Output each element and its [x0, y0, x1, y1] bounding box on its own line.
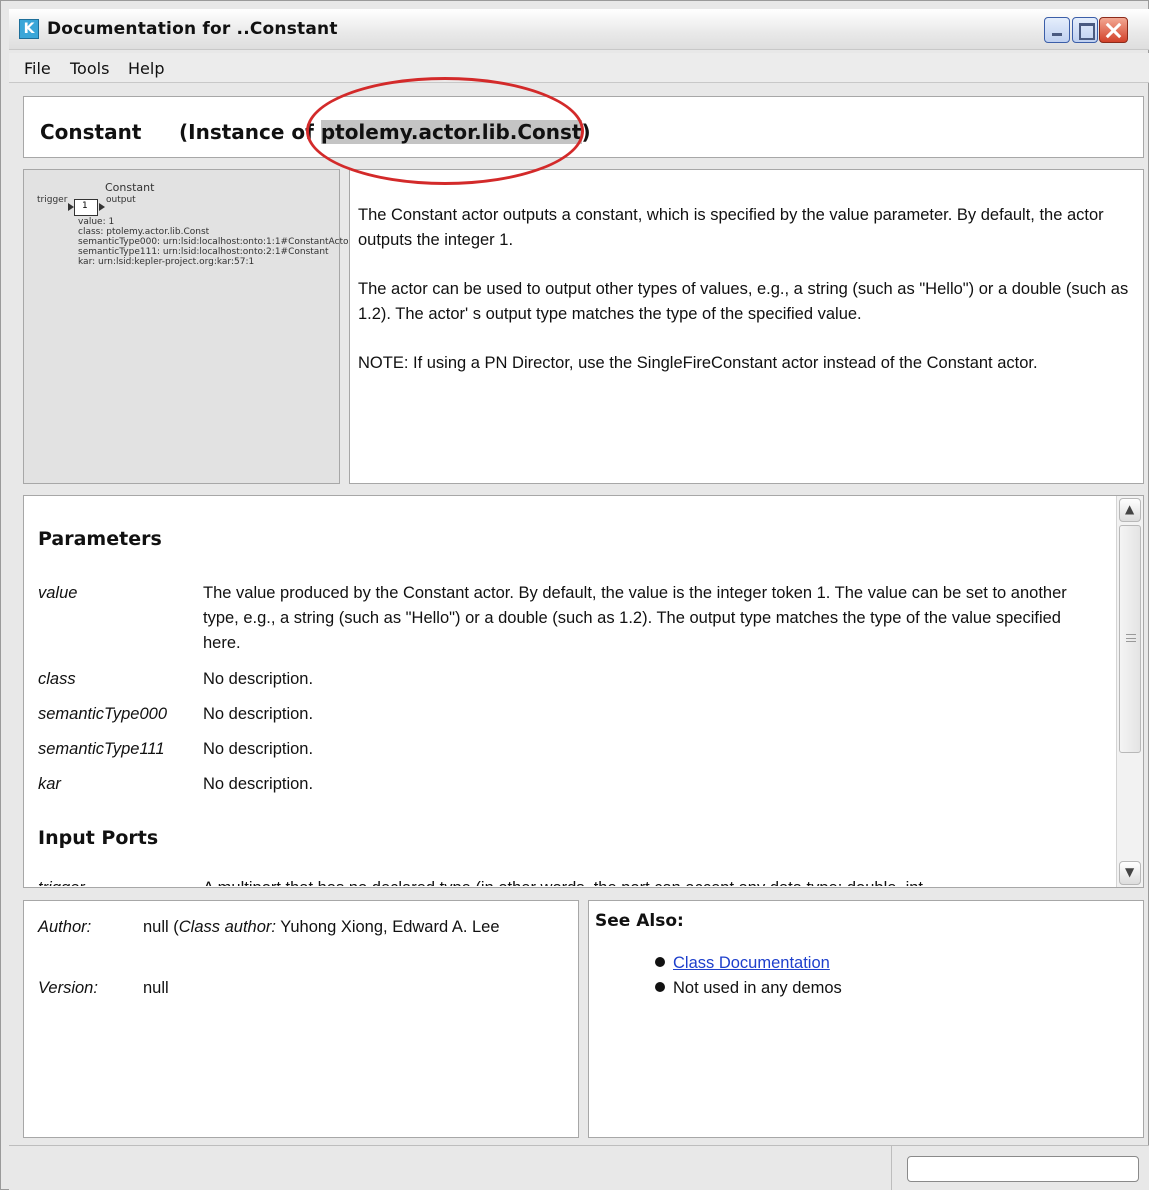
- grip-icon: [1126, 634, 1136, 642]
- parameter-name: value: [38, 584, 78, 602]
- parameter-description: No description.: [203, 740, 314, 758]
- chevron-up-icon: ▲: [1125, 502, 1135, 516]
- chevron-down-icon: ▼: [1125, 865, 1135, 879]
- actor-name: Constant: [40, 120, 142, 144]
- scroll-down-button[interactable]: ▼: [1119, 861, 1141, 885]
- description-paragraph: The Constant actor outputs a constant, w…: [358, 206, 1104, 249]
- instance-prefix: (Instance of: [179, 120, 321, 144]
- scroll-thumb[interactable]: [1119, 525, 1141, 753]
- parameter-description: No description.: [203, 775, 314, 793]
- parameter-description: The value produced by the Constant actor…: [203, 584, 1067, 652]
- parameters-heading: Parameters: [38, 528, 162, 550]
- menu-bar: File Tools Help: [9, 53, 1149, 83]
- author-value: null (Class author: Yuhong Xiong, Edward…: [143, 915, 543, 940]
- author-label: Author:: [38, 918, 92, 936]
- parameter-name: kar: [38, 775, 61, 793]
- parameter-name: semanticType111: [38, 740, 165, 758]
- input-ports-heading: Input Ports: [38, 827, 159, 849]
- maximize-button[interactable]: [1072, 17, 1098, 43]
- author-panel: Author: null (Class author: Yuhong Xiong…: [23, 900, 579, 1138]
- author-value-prefix: null (: [143, 918, 179, 936]
- preview-line: kar: urn:lsid:kepler-project.org:kar:57:…: [78, 257, 255, 267]
- class-author-value: Yuhong Xiong, Edward A. Lee: [275, 918, 500, 936]
- version-value: null: [143, 979, 169, 997]
- description-panel: The Constant actor outputs a constant, w…: [349, 169, 1144, 484]
- parameters-panel: Parameters value The value produced by t…: [23, 495, 1144, 888]
- preview-line: semanticType111: urn:lsid:localhost:onto…: [78, 247, 329, 257]
- parameter-name: class: [38, 670, 76, 688]
- parameter-description: No description.: [203, 670, 314, 688]
- output-port-icon: [99, 203, 105, 211]
- preview-output-label: output: [106, 195, 136, 205]
- preview-line: class: ptolemy.actor.lib.Const: [78, 227, 210, 237]
- parameter-description: No description.: [203, 705, 314, 723]
- bullet-icon: [655, 957, 665, 967]
- annotation-ellipse: [306, 77, 584, 185]
- demos-note: Not used in any demos: [673, 979, 842, 997]
- menu-file[interactable]: File: [24, 59, 51, 78]
- port-description: A multiport that has no declared type (i…: [203, 876, 1068, 886]
- close-button[interactable]: [1099, 17, 1128, 43]
- scroll-up-button[interactable]: ▲: [1119, 498, 1141, 522]
- status-message-area: [9, 1146, 892, 1190]
- preview-line: value: 1: [78, 217, 115, 227]
- preview-trigger-label: trigger: [37, 195, 68, 205]
- progress-field: [907, 1156, 1139, 1182]
- window-title: Documentation for ..Constant: [47, 19, 338, 39]
- bullet-icon: [655, 982, 665, 992]
- title-bar[interactable]: K Documentation for ..Constant: [9, 9, 1149, 50]
- class-documentation-link[interactable]: Class Documentation: [673, 954, 830, 972]
- status-bar: [9, 1145, 1149, 1190]
- version-label: Version:: [38, 979, 98, 997]
- class-author-label: Class author:: [178, 918, 276, 936]
- preview-line: semanticType000: urn:lsid:localhost:onto…: [78, 237, 353, 247]
- parameters-scrollbar[interactable]: ▲ ▼: [1116, 496, 1143, 887]
- see-also-item: Not used in any demos: [655, 976, 842, 1001]
- port-row-clip: trigger A multiport that has no declared…: [38, 876, 1068, 886]
- actor-icon-preview: Constant trigger output 1 value: 1 class…: [23, 169, 352, 484]
- minimize-button[interactable]: [1044, 17, 1070, 43]
- kepler-app-icon: K: [19, 19, 39, 39]
- see-also-item: Class Documentation: [655, 951, 830, 976]
- preview-title: Constant: [105, 181, 155, 194]
- menu-help[interactable]: Help: [128, 59, 164, 78]
- description-paragraph: NOTE: If using a PN Director, use the Si…: [358, 354, 1038, 372]
- menu-tools[interactable]: Tools: [70, 59, 109, 78]
- port-name: trigger: [38, 876, 85, 886]
- preview-box-value: 1: [82, 201, 88, 211]
- parameter-name: semanticType000: [38, 705, 168, 723]
- parameter-row: value The value produced by the Constant…: [38, 581, 1108, 656]
- description-paragraph: The actor can be used to output other ty…: [358, 280, 1129, 323]
- see-also-heading: See Also:: [595, 911, 684, 931]
- documentation-window: K Documentation for ..Constant File Tool…: [0, 0, 1149, 1190]
- see-also-panel: See Also: Class Documentation Not used i…: [588, 900, 1144, 1138]
